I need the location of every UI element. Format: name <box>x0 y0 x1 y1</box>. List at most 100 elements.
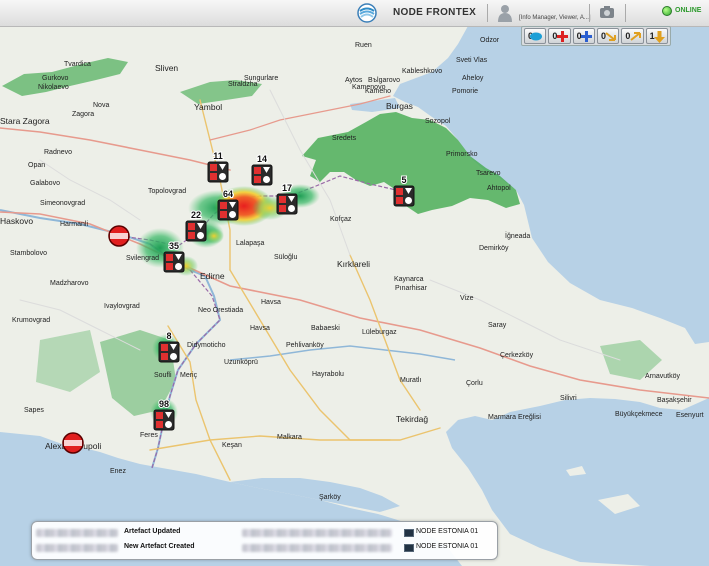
place-label: Muratlı <box>400 377 421 384</box>
place-label: Büyükçekmece <box>615 411 663 418</box>
place-label: Didymoticho <box>187 342 226 349</box>
place-label: Meriç <box>180 372 198 379</box>
add-blue-icon <box>580 31 592 42</box>
feed-event-label: New Artefact Created <box>124 543 195 550</box>
redacted-text <box>242 544 392 552</box>
place-label: Svilengrad <box>126 255 159 262</box>
divider <box>487 4 488 22</box>
user-role[interactable]: [Info Manager, Viewer, A...] <box>519 15 591 21</box>
place-label: Galabovo <box>30 180 60 187</box>
place-label: Edirne <box>200 271 225 281</box>
cluster-count: 11 <box>213 151 223 161</box>
place-label: Sliven <box>155 63 178 73</box>
place-label: Kırklareli <box>337 259 370 269</box>
layers-button[interactable]: 0 <box>524 28 547 44</box>
divider <box>625 4 626 22</box>
cluster-count: 14 <box>257 154 267 164</box>
alert-marker[interactable] <box>62 432 84 454</box>
add-red-button[interactable]: 0 <box>548 28 571 44</box>
place-label: Başakşehir <box>657 397 692 404</box>
place-label: Ivaylovgrad <box>104 303 140 310</box>
frontex-logo-icon <box>357 3 377 23</box>
place-label: Hayrabolu <box>312 371 344 378</box>
place-label: Radnevo <box>44 149 72 156</box>
place-label: Feres <box>140 432 158 439</box>
place-label: Aytos <box>345 77 363 84</box>
cluster-count: 98 <box>159 399 169 409</box>
status-indicator-icon <box>662 6 672 16</box>
place-label: Uzunköprü <box>224 359 258 366</box>
place-label: Vize <box>460 295 474 302</box>
place-label: Tsarevo <box>476 170 501 177</box>
place-label: Madzharovo <box>50 280 89 287</box>
place-label: Süloğlu <box>274 254 297 261</box>
place-label: Ahtopol <box>487 185 511 192</box>
place-label: Simeonovgrad <box>40 200 85 207</box>
place-label: Stambolovo <box>10 250 47 257</box>
place-label: Pehlivanköy <box>286 342 324 349</box>
download-icon <box>653 31 665 43</box>
place-label: Kameno <box>365 88 391 95</box>
add-blue-button[interactable]: 0 <box>572 28 595 44</box>
place-label: Havsa <box>250 325 270 332</box>
place-label: Haskovo <box>0 216 33 226</box>
arrow-up-button[interactable]: 0 <box>621 28 644 44</box>
place-label: Bъlgarovo <box>368 77 400 84</box>
layers-icon <box>530 32 543 41</box>
place-label: Harmanli <box>60 221 88 228</box>
place-label: Nova <box>93 102 109 109</box>
place-label: Demirköy <box>479 245 509 252</box>
place-label: Opan <box>28 162 45 169</box>
redacted-text <box>36 544 118 552</box>
alert-marker[interactable] <box>108 225 130 247</box>
cluster-count: 22 <box>191 210 201 220</box>
feed-event-label: Artefact Updated <box>124 528 181 535</box>
settings-icon[interactable] <box>599 5 615 19</box>
app-title: NODE FRONTEX <box>393 7 477 18</box>
place-label: Kofçaz <box>330 216 352 223</box>
place-label: Şarköy <box>319 494 341 501</box>
cluster-count: 35 <box>169 241 179 251</box>
place-label: Zagora <box>72 111 94 118</box>
download-button[interactable]: 1 <box>645 28 668 44</box>
place-label: Kableshkovo <box>402 68 442 75</box>
cluster-count: 5 <box>401 175 406 185</box>
redacted-text <box>242 529 392 537</box>
place-label: Stara Zagora <box>0 116 50 126</box>
place-label: Malkara <box>277 434 302 441</box>
map[interactable]: OdzorRuenSungurlareSveti VlasTvardicaAhe… <box>0 26 709 566</box>
place-label: Lalapaşa <box>236 240 265 247</box>
place-label: Esenyurt <box>676 412 704 419</box>
place-label: Çerkezköy <box>500 352 534 359</box>
feed-row[interactable]: Artefact Updated NODE ESTONIA 01 <box>32 526 497 540</box>
place-label: Sredets <box>332 135 357 142</box>
place-label: Burgas <box>386 101 413 111</box>
arrow-down-button[interactable]: 0 <box>596 28 620 44</box>
place-label: Gurkovo <box>42 75 69 82</box>
place-label: Çorlu <box>466 380 483 387</box>
place-label: Enez <box>110 468 126 475</box>
activity-feed: Artefact Updated NODE ESTONIA 01 New Art… <box>31 521 498 560</box>
place-label: Silivri <box>560 395 577 402</box>
place-label: Lüleburgaz <box>362 329 397 336</box>
user-icon[interactable] <box>498 4 512 22</box>
feed-row[interactable]: New Artefact Created NODE ESTONIA 01 <box>32 541 497 555</box>
place-label: Tvardica <box>64 61 91 68</box>
place-label: Pınarhisar <box>395 285 428 292</box>
arrow-up-icon <box>630 32 641 41</box>
place-label: Neo Orestiada <box>198 307 243 314</box>
node-flag-icon <box>404 529 414 537</box>
place-label: Saray <box>488 322 507 329</box>
place-label: Ruen <box>355 42 372 49</box>
place-label: Aheloy <box>462 75 484 82</box>
place-label: Yambol <box>194 102 222 112</box>
place-label: Pomorie <box>452 88 478 95</box>
add-red-icon <box>556 31 568 42</box>
place-label: Straldzha <box>228 81 258 88</box>
place-label: Sozopol <box>425 118 451 125</box>
place-label: Sapes <box>24 407 44 414</box>
status-label: ONLINE <box>675 7 702 14</box>
redacted-text <box>36 529 118 537</box>
feed-node: NODE ESTONIA 01 <box>416 543 479 550</box>
place-label: Primorsko <box>446 151 478 158</box>
